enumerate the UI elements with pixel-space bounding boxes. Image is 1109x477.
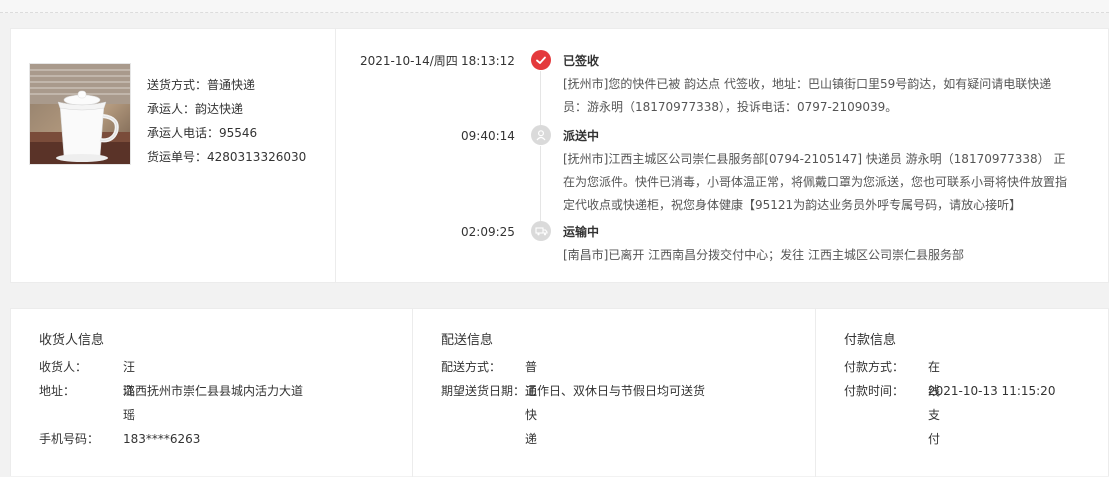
receiver-phone: 183****6263 xyxy=(123,432,201,446)
tracking-number: 货运单号：4280313326030 xyxy=(147,150,307,164)
shipment-info: 送货方式：普通快递 承运人：韵达快递 承运人电话：95546 货运单号：4280… xyxy=(147,73,306,169)
delivery-method: 普通快递 xyxy=(525,360,538,446)
entry-status: 运输中 xyxy=(563,225,600,239)
delivery-section: 配送信息 配送方式： 普通快递 期望送货日期： 工作日、双休日与节假日均可送货 xyxy=(412,309,816,477)
entry-description: [南昌市]已离开 江西南昌分拨交付中心；发往 江西主城区公司崇仁县服务部 xyxy=(563,248,964,262)
delivery-date: 工作日、双休日与节假日均可送货 xyxy=(525,384,706,398)
entry-time: 09:40:14 xyxy=(461,129,515,143)
receiver-phone-label: 手机号码： xyxy=(39,432,100,446)
delivery-method-label: 配送方式： xyxy=(441,360,502,374)
payment-title: 付款信息 xyxy=(844,333,897,348)
entry-description: [抚州市]江西主城区公司崇仁县服务部[0794-2105147] 快递员 游永明… xyxy=(563,152,1068,212)
entry-time: 02:09:25 xyxy=(461,225,515,239)
receiver-title: 收货人信息 xyxy=(39,333,105,348)
shipment-panel: 送货方式：普通快递 承运人：韵达快递 承运人电话：95546 货运单号：4280… xyxy=(11,29,336,282)
order-info-card: 收货人信息 收货人： 汪璐瑶 地址： 江西抚州市崇仁县县城内活力大道 手机号码：… xyxy=(10,308,1109,477)
teacup-image xyxy=(30,64,130,164)
product-thumbnail[interactable] xyxy=(29,63,131,165)
carrier-phone: 承运人电话：95546 xyxy=(147,126,258,140)
carrier-name: 承运人：韵达快递 xyxy=(147,102,244,116)
receiver-section: 收货人信息 收货人： 汪璐瑶 地址： 江西抚州市崇仁县县城内活力大道 手机号码：… xyxy=(11,309,412,477)
delivery-title: 配送信息 xyxy=(441,333,494,348)
delivery-date-label: 期望送货日期： xyxy=(441,384,526,398)
entry-status: 派送中 xyxy=(563,129,600,143)
payment-section: 付款信息 付款方式： 在线支付 付款时间： 2021-10-13 11:15:2… xyxy=(815,309,1109,477)
check-icon xyxy=(531,50,551,70)
receiver-address-label: 地址： xyxy=(39,384,76,398)
courier-icon xyxy=(531,125,551,145)
payment-method-label: 付款方式： xyxy=(844,360,905,374)
payment-time: 2021-10-13 11:15:20 xyxy=(928,384,1056,398)
logistics-card: 送货方式：普通快递 承运人：韵达快递 承运人电话：95546 货运单号：4280… xyxy=(10,28,1109,283)
entry-time: 18:13:12 xyxy=(461,54,515,68)
receiver-name-label: 收货人： xyxy=(39,360,88,374)
top-strip xyxy=(0,0,1109,13)
truck-icon xyxy=(531,221,551,241)
entry-date: 2021-10-14/周四 xyxy=(360,54,458,68)
entry-status: 已签收 xyxy=(563,54,600,68)
timeline-line xyxy=(540,146,541,224)
payment-time-label: 付款时间： xyxy=(844,384,905,398)
payment-method: 在线支付 xyxy=(928,360,941,446)
shipping-method: 送货方式：普通快递 xyxy=(147,78,256,92)
receiver-address: 江西抚州市崇仁县县城内活力大道 xyxy=(123,384,304,398)
tracking-timeline: 2021-10-14/周四 18:13:12 已签收 [抚州市]您的快件已被 韵… xyxy=(335,29,1108,282)
timeline-line xyxy=(540,71,541,129)
entry-description: [抚州市]您的快件已被 韵达点 代签收，地址：巴山镇街口里59号韵达，如有疑问请… xyxy=(563,77,1052,114)
